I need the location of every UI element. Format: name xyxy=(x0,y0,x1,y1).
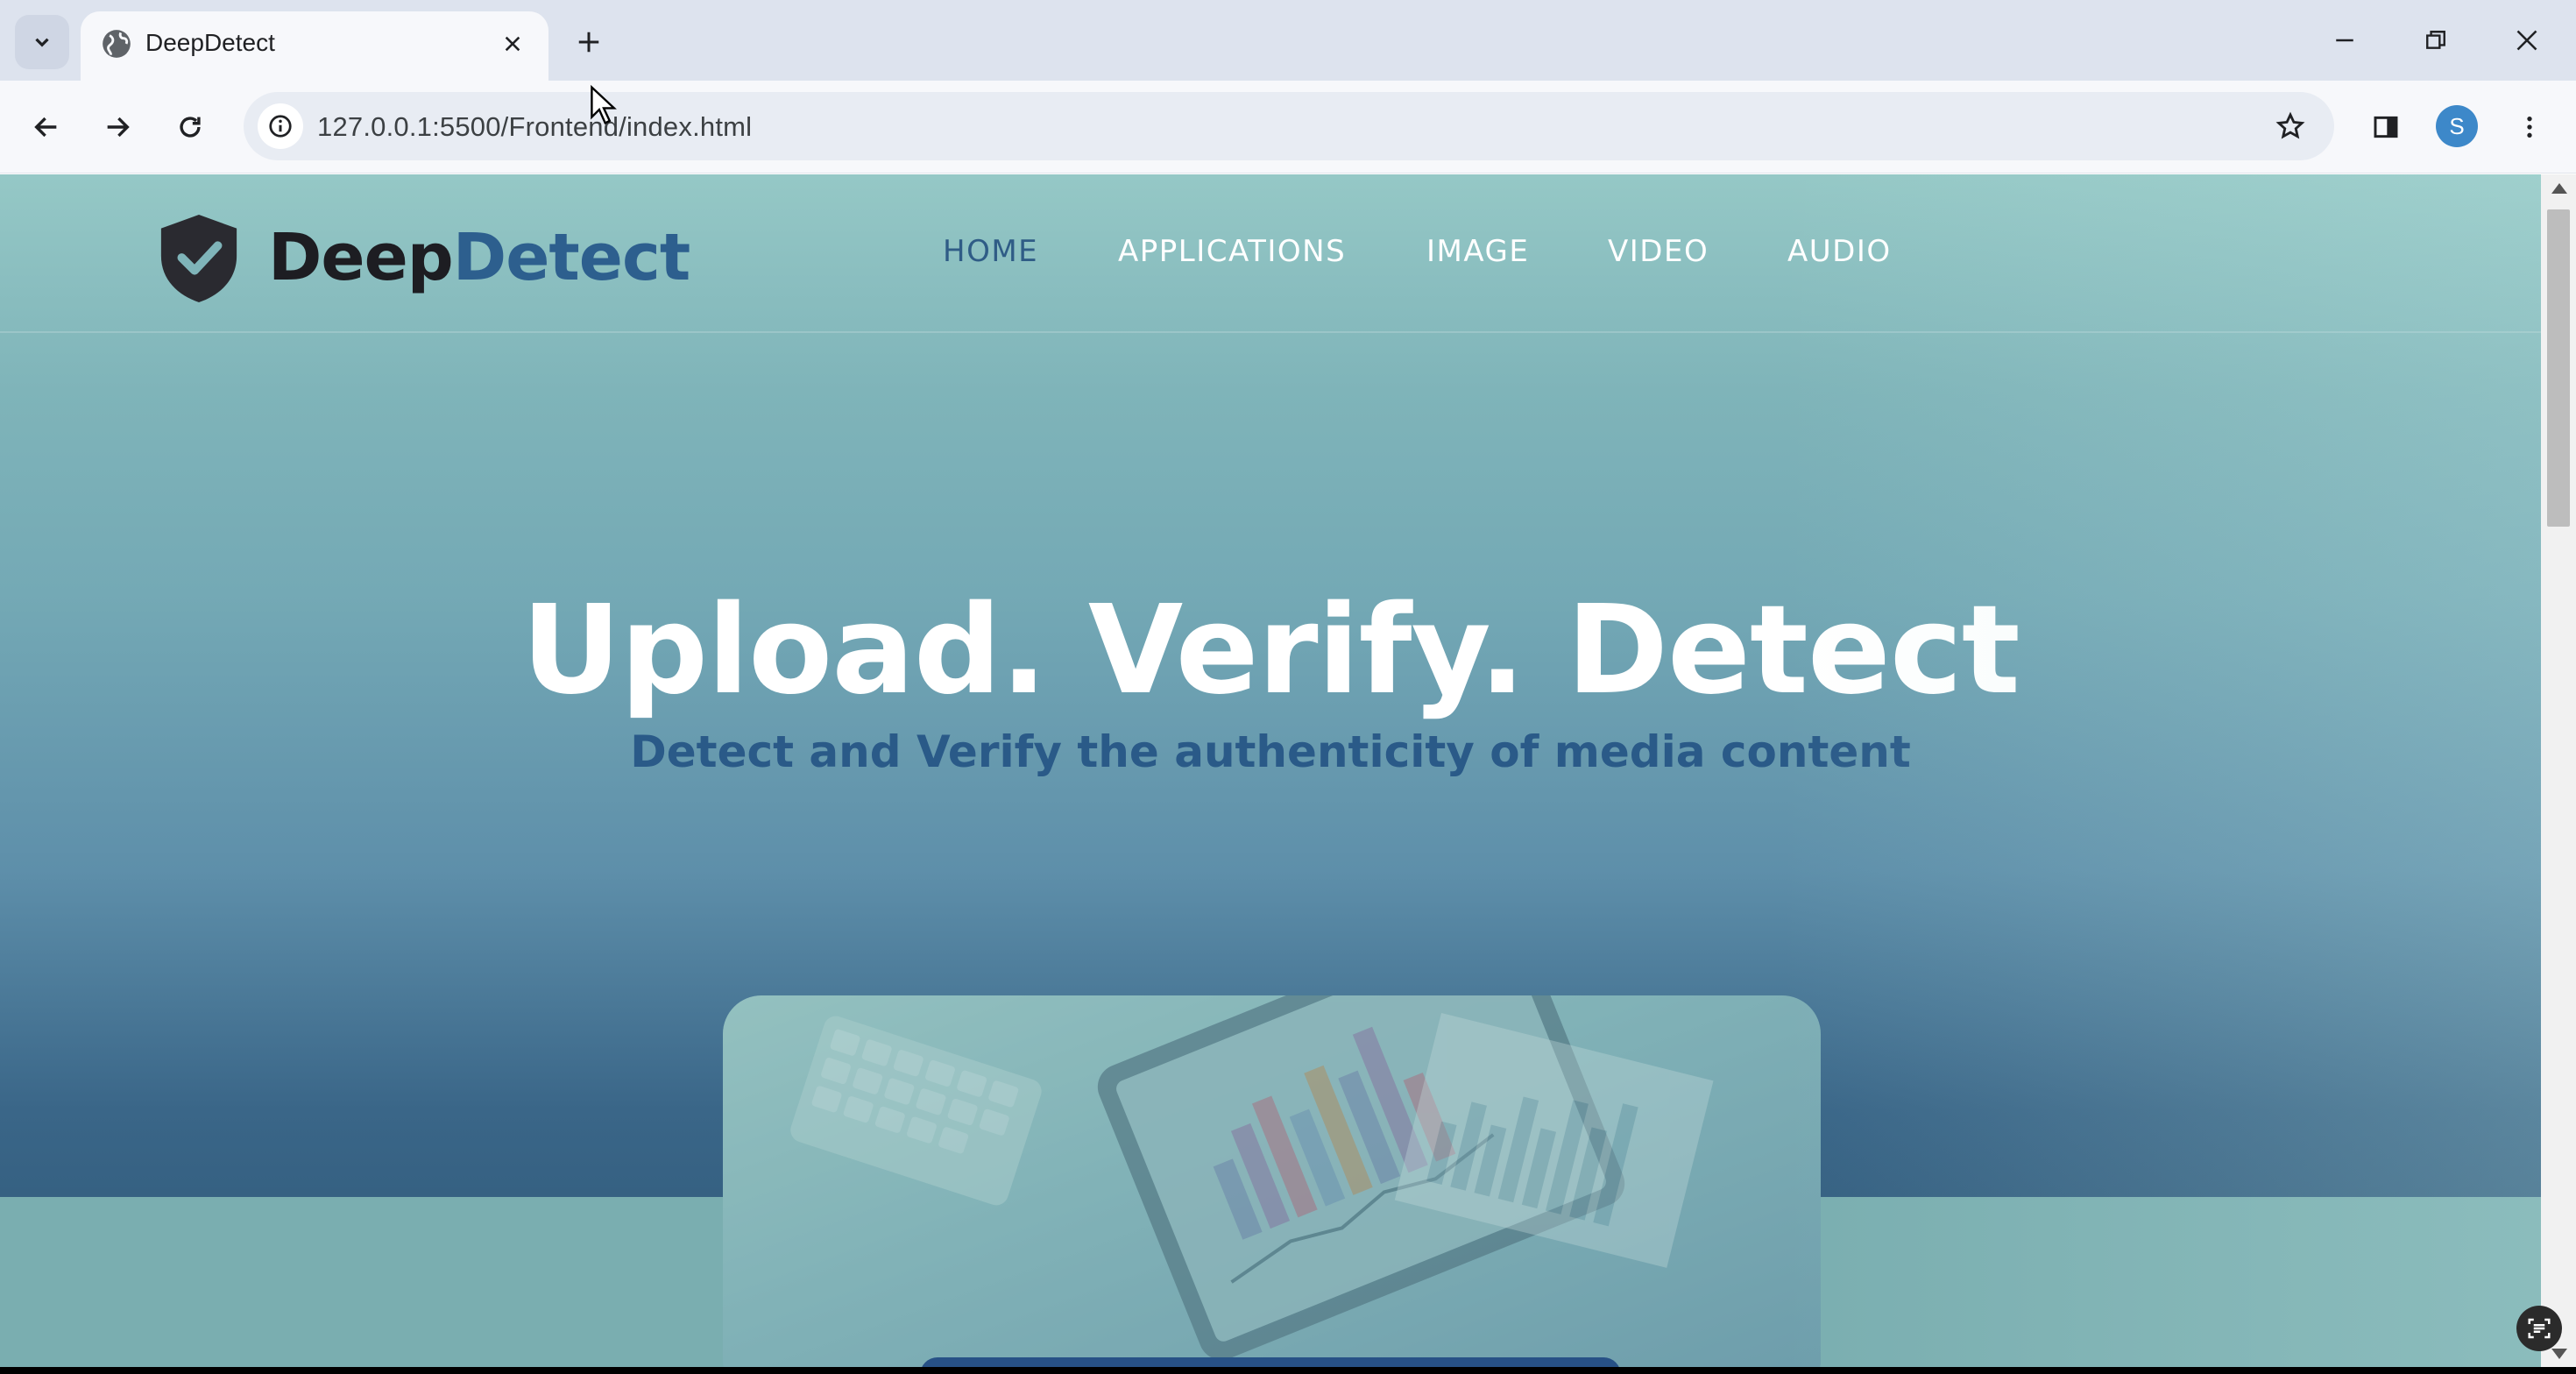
arrow-right-icon xyxy=(107,117,130,138)
menu-button[interactable] xyxy=(2506,103,2553,151)
mouse-cursor-icon xyxy=(591,84,617,125)
lens-button[interactable] xyxy=(2516,1306,2562,1351)
nav-image[interactable]: IMAGE xyxy=(1426,234,1529,269)
globe-icon xyxy=(103,30,131,58)
profile-avatar[interactable]: S xyxy=(2436,105,2478,147)
scroll-thumb[interactable] xyxy=(2547,209,2570,527)
reload-icon xyxy=(180,117,201,138)
plus-icon xyxy=(578,32,599,53)
tab-strip: DeepDetect xyxy=(0,0,2576,81)
back-button[interactable] xyxy=(23,103,70,151)
star-icon xyxy=(2275,111,2305,139)
reload-button[interactable] xyxy=(166,103,214,151)
screen-search-icon xyxy=(2528,1318,2551,1339)
hero-title: Upload. Verify. Detect xyxy=(521,579,2020,722)
restore-button[interactable] xyxy=(2411,18,2460,63)
arrow-left-icon xyxy=(34,117,57,138)
tab-title: DeepDetect xyxy=(145,29,275,56)
page-scrollbar[interactable] xyxy=(2541,174,2576,1374)
bottom-edge xyxy=(0,1367,2576,1374)
analytics-illustration xyxy=(723,995,1821,1374)
side-panel-button[interactable] xyxy=(2362,103,2410,151)
nav-home[interactable]: HOME xyxy=(943,234,1038,269)
chevron-down-icon xyxy=(35,38,49,47)
minimize-icon xyxy=(2336,39,2353,42)
close-icon xyxy=(505,36,520,52)
nav-audio[interactable]: AUDIO xyxy=(1787,234,1892,269)
close-window-button[interactable] xyxy=(2502,18,2551,63)
scroll-up-arrow[interactable] xyxy=(2551,183,2567,194)
site-info-button[interactable] xyxy=(258,103,303,149)
info-icon xyxy=(269,115,292,138)
hero-image xyxy=(723,995,1821,1374)
new-tab-button[interactable] xyxy=(570,23,608,61)
minimize-button[interactable] xyxy=(2320,18,2369,63)
site-header: DeepDetect HOME APPLICATIONS IMAGE VIDEO… xyxy=(0,174,2541,333)
url-text: 127.0.0.1:5500/Frontend/index.html xyxy=(317,111,753,142)
main-nav: HOME APPLICATIONS IMAGE VIDEO AUDIO xyxy=(0,234,2541,278)
nav-applications[interactable]: APPLICATIONS xyxy=(1118,234,1346,269)
close-icon xyxy=(2516,30,2537,51)
tab-close-button[interactable] xyxy=(496,27,529,60)
side-panel-icon xyxy=(2374,116,2398,138)
restore-icon xyxy=(2426,31,2445,49)
browser-toolbar: 127.0.0.1:5500/Frontend/index.html xyxy=(0,81,2576,174)
bookmark-button[interactable] xyxy=(2269,105,2311,147)
address-bar[interactable]: 127.0.0.1:5500/Frontend/index.html xyxy=(244,92,2334,160)
more-vert-icon xyxy=(2527,117,2532,138)
scroll-down-arrow[interactable] xyxy=(2551,1349,2567,1359)
hero-subtitle: Detect and Verify the authenticity of me… xyxy=(630,726,1911,777)
tab-search-button[interactable] xyxy=(15,15,69,69)
page-viewport: DeepDetect HOME APPLICATIONS IMAGE VIDEO… xyxy=(0,174,2541,1374)
browser-tab[interactable]: DeepDetect xyxy=(81,11,548,81)
forward-button[interactable] xyxy=(94,103,141,151)
nav-video[interactable]: VIDEO xyxy=(1608,234,1709,269)
